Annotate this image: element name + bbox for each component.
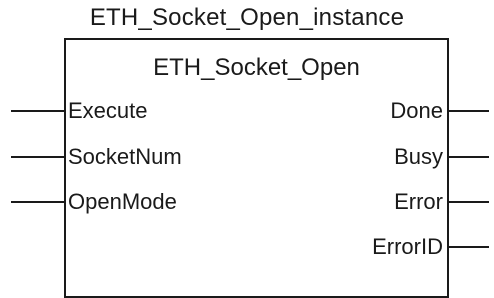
output-pin-busy: Busy (394, 144, 443, 169)
instance-name: ETH_Socket_Open_instance (89, 4, 405, 31)
input-pin-openmode: OpenMode (68, 189, 177, 214)
block-type-name: ETH_Socket_Open (153, 54, 360, 81)
input-pin-execute: Execute (68, 98, 148, 123)
output-wire-busy (449, 156, 489, 158)
output-wire-done (449, 110, 489, 112)
input-wire-socketnum (11, 156, 64, 158)
output-pin-errorid: ErrorID (372, 234, 443, 259)
input-pin-socketnum: SocketNum (68, 144, 182, 169)
input-wire-openmode (11, 201, 64, 203)
output-pin-error: Error (394, 189, 443, 214)
output-pin-done: Done (390, 98, 443, 123)
output-wire-errorid (449, 246, 489, 248)
input-wire-execute (11, 110, 64, 112)
function-block: ETH_Socket_Open Execute SocketNum OpenMo… (64, 38, 449, 298)
output-wire-error (449, 201, 489, 203)
